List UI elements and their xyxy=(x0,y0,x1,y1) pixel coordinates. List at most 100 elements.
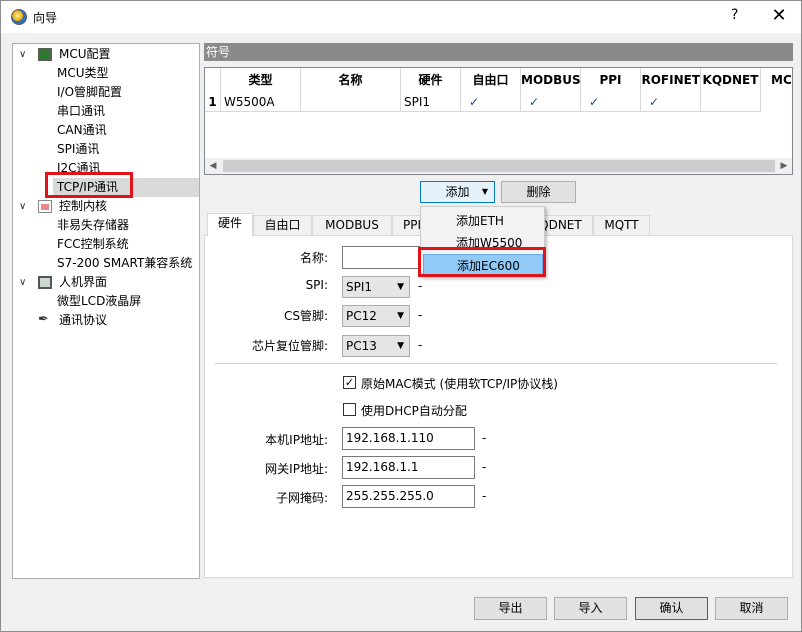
tab-modbus[interactable]: MODBUS xyxy=(312,215,392,236)
tree-item-protocol[interactable]: ✒ 通讯协议 xyxy=(13,311,199,330)
cancel-button[interactable]: 取消 xyxy=(715,597,788,620)
spi-value: SPI1 xyxy=(346,280,373,294)
cell-check[interactable]: ✓ xyxy=(521,92,581,112)
tree-group-core[interactable]: ∨ 控制内核 xyxy=(13,197,199,216)
tree-item-io-pins[interactable]: I/O管脚配置 xyxy=(57,83,122,102)
tree-item-nvm[interactable]: 非易失存储器 xyxy=(57,216,129,235)
hardware-panel: 名称: SPI: SPI1 ▼ - CS管脚: PC12 ▼ - 芯片复位管脚:… xyxy=(204,235,793,578)
symbols-header: 符号 xyxy=(204,43,793,61)
tree-group-mcu[interactable]: ∨ MCU配置 xyxy=(13,45,199,64)
tree-group-label: 控制内核 xyxy=(59,199,108,213)
gateway-field[interactable]: 192.168.1.1 xyxy=(342,456,475,479)
row-index: 1 xyxy=(205,92,221,112)
gateway-label: 网关IP地址: xyxy=(265,462,328,476)
dash: - xyxy=(482,460,487,474)
cell-check[interactable]: ✓ xyxy=(461,92,521,112)
spi-label: SPI: xyxy=(305,278,328,292)
column-header[interactable]: 名称 xyxy=(301,68,401,92)
dash: - xyxy=(418,308,423,322)
spi-select[interactable]: SPI1 ▼ xyxy=(342,276,410,298)
export-button[interactable]: 导出 xyxy=(474,597,547,620)
name-label: 名称: xyxy=(299,251,328,265)
ok-button[interactable]: 确认 xyxy=(635,597,708,620)
chip-icon xyxy=(38,48,52,61)
divider xyxy=(215,363,777,364)
column-header[interactable]: 自由口 xyxy=(461,68,521,92)
cs-pin-label: CS管脚: xyxy=(283,309,328,323)
column-header[interactable]: KQDNET xyxy=(701,68,761,92)
tree-item-serial[interactable]: 串口通讯 xyxy=(57,102,105,121)
column-header[interactable]: 硬件 xyxy=(401,68,461,92)
ip-label: 本机IP地址: xyxy=(265,433,328,447)
dash: - xyxy=(418,338,423,352)
import-button[interactable]: 导入 xyxy=(554,597,627,620)
tree-item-spi[interactable]: SPI通讯 xyxy=(57,140,99,159)
dhcp-checkbox[interactable] xyxy=(343,403,356,416)
cs-pin-value: PC12 xyxy=(346,309,377,323)
scrollbar-thumb[interactable] xyxy=(223,160,775,172)
row-header-corner xyxy=(205,68,221,92)
reset-pin-label: 芯片复位管脚: xyxy=(251,339,328,353)
navigation-tree: ∨ MCU配置 MCU类型 I/O管脚配置 串口通讯 CAN通讯 SPI通讯 I… xyxy=(12,43,200,579)
horizontal-scrollbar[interactable]: ◀ ▶ xyxy=(205,158,792,174)
ip-address-field[interactable]: 192.168.1.110 xyxy=(342,427,475,450)
add-button-label: 添加 xyxy=(445,185,470,199)
tree-group-label: MCU配置 xyxy=(59,47,111,61)
tree-item-s7200[interactable]: S7-200 SMART兼容系统 xyxy=(57,254,192,273)
dash: - xyxy=(482,489,487,503)
chevron-down-icon[interactable]: ∨ xyxy=(19,197,26,216)
chevron-down-icon: ▼ xyxy=(397,341,404,351)
tree-item-mcu-type[interactable]: MCU类型 xyxy=(57,64,109,83)
chevron-down-icon: ▼ xyxy=(481,187,488,196)
column-header[interactable]: MC xyxy=(761,68,792,92)
chevron-down-icon: ▼ xyxy=(397,282,404,292)
highlight-box xyxy=(418,247,546,277)
tree-group-label: 人机界面 xyxy=(59,275,108,289)
add-button[interactable]: 添加 ▼ xyxy=(420,181,495,203)
subnet-label: 子网掩码: xyxy=(275,491,328,505)
display-icon xyxy=(38,276,52,289)
cell-type[interactable]: W5500A xyxy=(221,92,301,112)
tab-hardware[interactable]: 硬件 xyxy=(207,213,253,236)
mac-mode-checkbox[interactable]: ✓ xyxy=(343,376,356,389)
scroll-left-icon[interactable]: ◀ xyxy=(205,158,221,174)
reset-pin-select[interactable]: PC13 ▼ xyxy=(342,335,410,357)
delete-button[interactable]: 删除 xyxy=(501,181,576,203)
menu-item-add-eth[interactable]: 添加ETH xyxy=(423,210,543,232)
main-panel: 符号 类型 名称 硬件 自由口 MODBUS PPI PROFINET KQDN… xyxy=(204,43,793,579)
tree-item-lcd[interactable]: 微型LCD液晶屏 xyxy=(57,292,141,311)
cell-check[interactable]: ✓ xyxy=(581,92,641,112)
chevron-down-icon[interactable]: ∨ xyxy=(19,45,26,64)
cell-name[interactable] xyxy=(301,92,401,112)
column-header[interactable]: 类型 xyxy=(221,68,301,92)
subnet-mask-field[interactable]: 255.255.255.0 xyxy=(342,485,475,508)
tab-ppi[interactable]: PPI xyxy=(392,215,422,236)
cell-check[interactable]: ✓ xyxy=(641,92,701,112)
mac-mode-label[interactable]: 原始MAC模式 (使用软TCP/IP协议栈) xyxy=(361,375,558,392)
cell-hardware[interactable]: SPI1 xyxy=(401,92,461,112)
tab-freeport[interactable]: 自由口 xyxy=(253,215,312,236)
tree-item-label: 通讯协议 xyxy=(59,313,108,327)
dash: - xyxy=(482,431,487,445)
close-button[interactable]: ✕ xyxy=(767,5,791,26)
column-header[interactable]: MODBUS xyxy=(521,68,581,92)
cs-pin-select[interactable]: PC12 ▼ xyxy=(342,305,410,327)
tree-item-can[interactable]: CAN通讯 xyxy=(57,121,107,140)
processor-icon xyxy=(38,200,52,213)
dhcp-label[interactable]: 使用DHCP自动分配 xyxy=(361,402,467,419)
title-bar: 向导 ? ✕ xyxy=(1,1,801,33)
tree-item-fcc[interactable]: FCC控制系统 xyxy=(57,235,129,254)
tab-mqtt[interactable]: MQTT xyxy=(593,215,650,236)
reset-pin-value: PC13 xyxy=(346,339,377,353)
column-header[interactable]: PROFINET xyxy=(641,68,701,92)
scroll-right-icon[interactable]: ▶ xyxy=(776,158,792,174)
symbols-grid[interactable]: 类型 名称 硬件 自由口 MODBUS PPI PROFINET KQDNET … xyxy=(204,67,793,175)
cell-empty[interactable] xyxy=(701,92,761,112)
dash: - xyxy=(418,279,423,293)
name-field[interactable] xyxy=(342,246,422,269)
help-button[interactable]: ? xyxy=(731,7,738,23)
column-header[interactable]: PPI xyxy=(581,68,641,92)
tree-group-hmi[interactable]: ∨ 人机界面 xyxy=(13,273,199,292)
app-icon xyxy=(11,9,27,25)
chevron-down-icon[interactable]: ∨ xyxy=(19,273,26,292)
